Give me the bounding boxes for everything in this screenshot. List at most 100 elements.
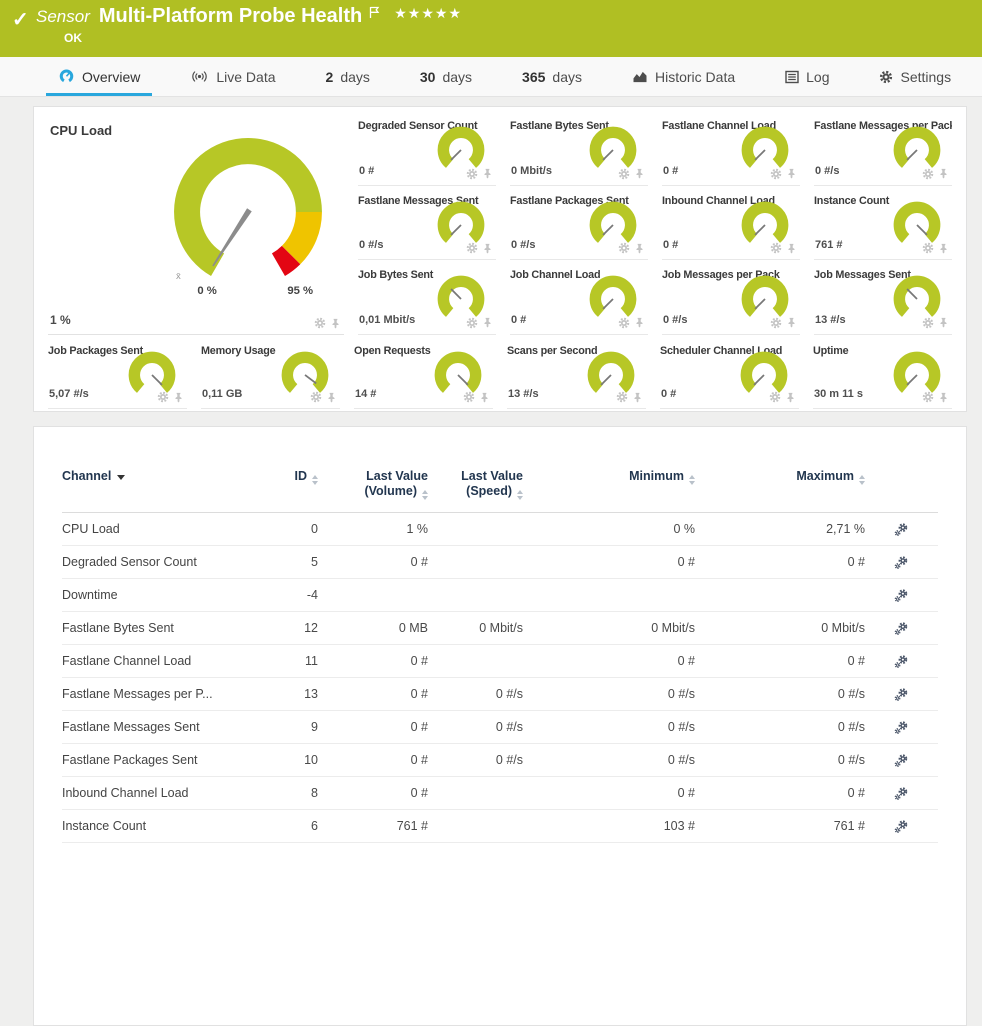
- column-header-minimum[interactable]: Minimum: [523, 469, 695, 500]
- pin-icon[interactable]: [326, 392, 337, 403]
- gear-icon[interactable]: [463, 391, 475, 403]
- tab-log[interactable]: Log: [773, 57, 841, 96]
- gear-icon[interactable]: [770, 317, 782, 329]
- pin-icon[interactable]: [632, 392, 643, 403]
- gauge-tile[interactable]: Job Messages Sent 13 #/s: [814, 260, 952, 335]
- gauge-tile[interactable]: Job Bytes Sent 0,01 Mbit/s: [358, 260, 496, 335]
- gear-icon[interactable]: [310, 391, 322, 403]
- pin-icon[interactable]: [482, 168, 493, 179]
- pin-icon[interactable]: [173, 392, 184, 403]
- gauge-tile[interactable]: Fastlane Packages Sent 0 #/s: [510, 186, 648, 261]
- table-row[interactable]: Inbound Channel Load 8 0 # 0 # 0 #: [62, 777, 938, 810]
- gear-icon[interactable]: [466, 242, 478, 254]
- channel-settings-icon[interactable]: [894, 786, 909, 801]
- pin-icon[interactable]: [634, 168, 645, 179]
- gauge-tile[interactable]: Inbound Channel Load 0 #: [662, 186, 800, 261]
- tab-live-data[interactable]: Live Data: [178, 57, 287, 96]
- pin-icon[interactable]: [786, 243, 797, 254]
- gear-icon[interactable]: [770, 242, 782, 254]
- tab-settings[interactable]: Settings: [867, 57, 963, 96]
- tab-number: 2: [326, 69, 334, 85]
- channel-settings-icon[interactable]: [894, 522, 909, 537]
- gauge-tile[interactable]: Uptime 30 m 11 s: [813, 336, 952, 409]
- gauge-tile[interactable]: Job Packages Sent 5,07 #/s: [48, 336, 187, 409]
- gear-icon[interactable]: [618, 242, 630, 254]
- gauge-tile[interactable]: Scheduler Channel Load 0 #: [660, 336, 799, 409]
- tab-2-days[interactable]: 2 days: [314, 57, 382, 96]
- pin-icon[interactable]: [330, 318, 341, 329]
- minimum-value: 0 #: [523, 555, 695, 569]
- gauge-tile[interactable]: Open Requests 14 #: [354, 336, 493, 409]
- pin-icon[interactable]: [938, 243, 949, 254]
- channel-settings-icon[interactable]: [894, 588, 909, 603]
- tab-overview[interactable]: Overview: [46, 57, 152, 96]
- table-row[interactable]: Fastlane Bytes Sent 12 0 MB 0 Mbit/s 0 M…: [62, 612, 938, 645]
- channel-settings-icon[interactable]: [894, 555, 909, 570]
- gauge-tile[interactable]: Job Channel Load 0 #: [510, 260, 648, 335]
- channel-settings-icon[interactable]: [894, 753, 909, 768]
- table-row[interactable]: Fastlane Channel Load 11 0 # 0 # 0 #: [62, 645, 938, 678]
- gear-icon[interactable]: [616, 391, 628, 403]
- gauge-tile[interactable]: Fastlane Messages Sent 0 #/s: [358, 186, 496, 261]
- tab-365-days[interactable]: 365 days: [510, 57, 594, 96]
- column-header-last-value-speed[interactable]: Last Value (Speed): [428, 469, 523, 500]
- pin-icon[interactable]: [634, 243, 645, 254]
- channel-settings-icon[interactable]: [894, 654, 909, 669]
- channel-settings-icon[interactable]: [894, 621, 909, 636]
- tab-30-days[interactable]: 30 days: [408, 57, 484, 96]
- table-row[interactable]: Downtime -4: [62, 579, 938, 612]
- pin-icon[interactable]: [634, 317, 645, 328]
- column-header-maximum[interactable]: Maximum: [695, 469, 865, 500]
- gauge-tile-cpu-load[interactable]: CPU Load x̄ 0 % 95 % 1 %: [48, 111, 344, 335]
- gauge-value: 0 #: [661, 388, 676, 400]
- channel-table-panel: Channel ID Last Value (Volume) Last Valu…: [33, 426, 967, 1026]
- pin-icon[interactable]: [479, 392, 490, 403]
- table-row[interactable]: Fastlane Packages Sent 10 0 # 0 #/s 0 #/…: [62, 744, 938, 777]
- gear-icon[interactable]: [314, 317, 326, 329]
- table-row[interactable]: Fastlane Messages Sent 9 0 # 0 #/s 0 #/s…: [62, 711, 938, 744]
- flag-icon[interactable]: [369, 6, 380, 19]
- scale-min-label: 0 %: [197, 285, 216, 297]
- gauge-tile[interactable]: Degraded Sensor Count 0 #: [358, 111, 496, 186]
- gauge-value: 0 #: [511, 314, 526, 326]
- pin-icon[interactable]: [785, 392, 796, 403]
- pin-icon[interactable]: [786, 317, 797, 328]
- pin-icon[interactable]: [938, 317, 949, 328]
- gauge-tile[interactable]: Fastlane Bytes Sent 0 Mbit/s: [510, 111, 648, 186]
- gear-icon[interactable]: [157, 391, 169, 403]
- channel-settings-icon[interactable]: [894, 687, 909, 702]
- column-header-id[interactable]: ID: [260, 469, 318, 500]
- gear-icon[interactable]: [922, 242, 934, 254]
- column-header-last-value-volume[interactable]: Last Value (Volume): [318, 469, 428, 500]
- gauge-tile[interactable]: Instance Count 761 #: [814, 186, 952, 261]
- gauge-tile[interactable]: Memory Usage 0,11 GB: [201, 336, 340, 409]
- priority-stars[interactable]: ★★★★★: [394, 5, 462, 22]
- gauge-tile[interactable]: Fastlane Channel Load 0 #: [662, 111, 800, 186]
- gear-icon[interactable]: [769, 391, 781, 403]
- pin-icon[interactable]: [938, 168, 949, 179]
- table-row[interactable]: CPU Load 0 1 % 0 % 2,71 %: [62, 513, 938, 546]
- pin-icon[interactable]: [938, 392, 949, 403]
- gauge-tile[interactable]: Scans per Second 13 #/s: [507, 336, 646, 409]
- table-row[interactable]: Instance Count 6 761 # 103 # 761 #: [62, 810, 938, 843]
- table-row[interactable]: Fastlane Messages per P... 13 0 # 0 #/s …: [62, 678, 938, 711]
- gear-icon[interactable]: [618, 317, 630, 329]
- gauge-needle: [907, 289, 917, 299]
- gauge-tile[interactable]: Job Messages per Pack 0 #/s: [662, 260, 800, 335]
- pin-icon[interactable]: [482, 243, 493, 254]
- pin-icon[interactable]: [786, 168, 797, 179]
- gear-icon[interactable]: [618, 168, 630, 180]
- gauge-tile[interactable]: Fastlane Messages per Pack 0 #/s: [814, 111, 952, 186]
- gear-icon[interactable]: [922, 317, 934, 329]
- gear-icon[interactable]: [922, 391, 934, 403]
- tab-historic-data[interactable]: Historic Data: [620, 57, 747, 96]
- gear-icon[interactable]: [466, 168, 478, 180]
- channel-settings-icon[interactable]: [894, 819, 909, 834]
- gear-icon[interactable]: [922, 168, 934, 180]
- table-row[interactable]: Degraded Sensor Count 5 0 # 0 # 0 #: [62, 546, 938, 579]
- gear-icon[interactable]: [466, 317, 478, 329]
- gear-icon[interactable]: [770, 168, 782, 180]
- column-header-channel[interactable]: Channel: [62, 469, 260, 500]
- channel-settings-icon[interactable]: [894, 720, 909, 735]
- pin-icon[interactable]: [482, 317, 493, 328]
